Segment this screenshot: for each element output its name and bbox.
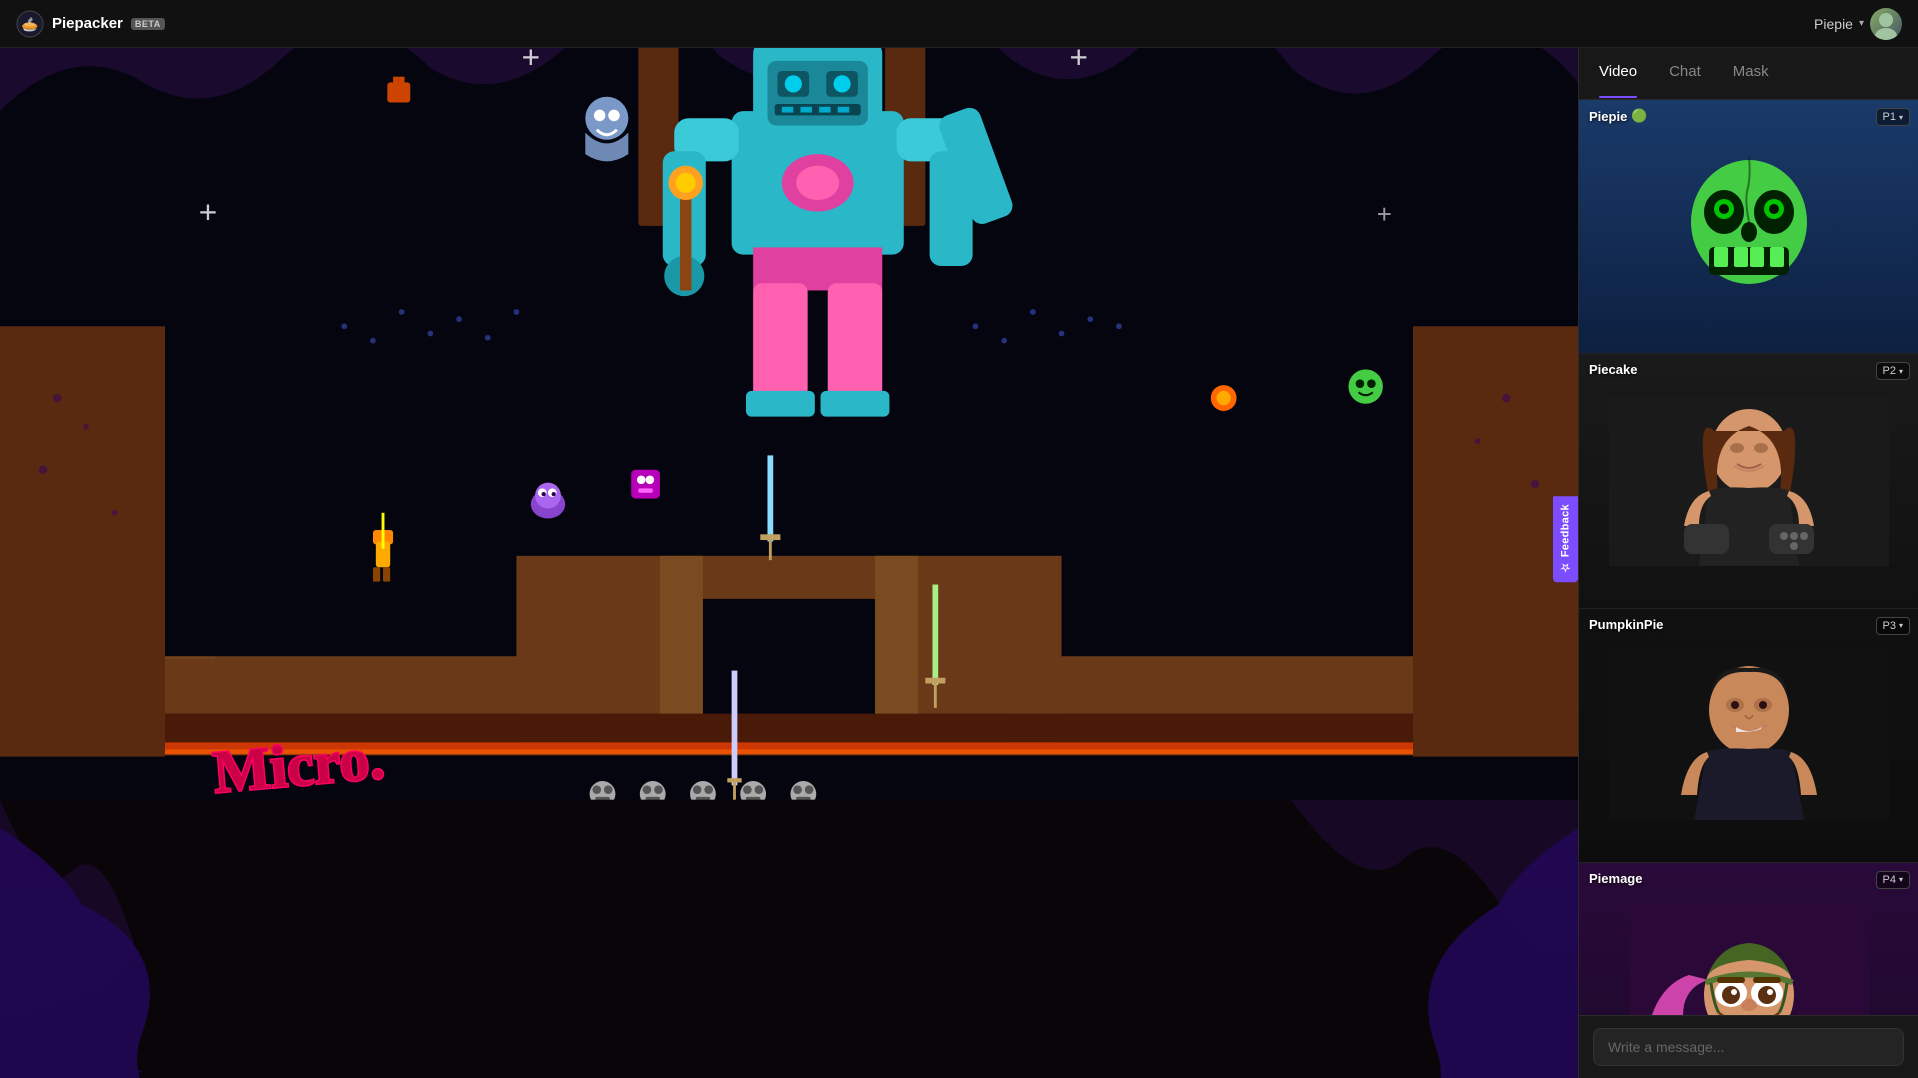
- feedback-star-icon: ☆: [1559, 561, 1572, 574]
- player-info-p2: Piecake: [1589, 362, 1637, 377]
- video-list: Piepie 🟢 P1 ▾: [1579, 100, 1918, 1015]
- player-card-p3[interactable]: PumpkinPie P3 ▾: [1579, 609, 1918, 863]
- player-badge-p4[interactable]: P4 ▾: [1876, 871, 1910, 889]
- svg-text:+: +: [1070, 48, 1088, 75]
- player-name-p4: Piemage: [1589, 871, 1642, 886]
- tabs-container: Video Chat Mask: [1579, 48, 1918, 100]
- beta-badge: BETA: [131, 18, 165, 30]
- game-scene: + + + +: [0, 48, 1578, 1078]
- p2-video-content: [1609, 396, 1889, 566]
- feedback-label: Feedback: [1560, 504, 1572, 557]
- svg-text:🥧: 🥧: [21, 16, 38, 32]
- svg-text:+: +: [1377, 201, 1392, 229]
- player-badge-p3[interactable]: P3 ▾: [1876, 617, 1910, 635]
- player-info-p3: PumpkinPie: [1589, 617, 1663, 632]
- p3-video-content: [1609, 650, 1889, 820]
- chat-input-area: [1579, 1015, 1918, 1078]
- player-name-p1: Piepie: [1589, 109, 1627, 124]
- player-info-p4: Piemage: [1589, 871, 1642, 886]
- tab-chat[interactable]: Chat: [1669, 63, 1701, 84]
- player-video-p2: [1579, 354, 1918, 607]
- user-avatar: [1870, 8, 1902, 40]
- main-content: + + + +: [0, 48, 1918, 1078]
- p1-badge-chevron: ▾: [1899, 113, 1903, 122]
- p3-badge-label: P3: [1883, 620, 1896, 632]
- svg-text:+: +: [522, 48, 540, 75]
- game-area[interactable]: + + + +: [0, 48, 1578, 1078]
- p4-avatar: [1629, 905, 1869, 1015]
- user-name: Piepie: [1814, 16, 1853, 32]
- player-name-p3: PumpkinPie: [1589, 617, 1663, 632]
- feedback-tab[interactable]: ☆ Feedback: [1553, 496, 1578, 582]
- topnav: 🥧 Piepacker BETA Piepie ▾: [0, 0, 1918, 48]
- player-name-p2: Piecake: [1589, 362, 1637, 377]
- piepacker-logo-icon: 🥧: [16, 10, 44, 38]
- user-dropdown[interactable]: Piepie ▾: [1814, 8, 1902, 40]
- player-info-p1: Piepie 🟢: [1589, 108, 1647, 124]
- logo-area: 🥧 Piepacker BETA: [16, 10, 165, 38]
- tab-video[interactable]: Video: [1599, 63, 1637, 84]
- p1-avatar: [1679, 157, 1819, 297]
- app-name: Piepacker: [52, 15, 123, 32]
- feedback-tab-wrapper: ☆ Feedback: [1553, 496, 1578, 582]
- p2-badge-chevron: ▾: [1899, 367, 1903, 376]
- svg-text:+: +: [199, 194, 217, 230]
- user-area[interactable]: Piepie ▾: [1814, 8, 1902, 40]
- player-badge-p2[interactable]: P2 ▾: [1876, 362, 1910, 380]
- player-video-p3: [1579, 609, 1918, 862]
- p4-badge-label: P4: [1883, 874, 1896, 886]
- p1-badge-label: P1: [1883, 111, 1896, 123]
- game-canvas: + + + +: [0, 48, 1578, 1078]
- p3-badge-chevron: ▾: [1899, 621, 1903, 630]
- player-badge-p1[interactable]: P1 ▾: [1876, 108, 1910, 126]
- player-card-p4[interactable]: Piemage P4 ▾ ⭐: [1579, 863, 1918, 1015]
- player-emoji-p1: 🟢: [1631, 108, 1647, 124]
- player-video-p1: [1579, 100, 1918, 353]
- p4-badge-chevron: ▾: [1899, 875, 1903, 884]
- tab-mask[interactable]: Mask: [1733, 63, 1769, 84]
- sidebar: Video Chat Mask: [1578, 48, 1918, 1078]
- chevron-down-icon: ▾: [1859, 18, 1864, 29]
- player-card-p1[interactable]: Piepie 🟢 P1 ▾: [1579, 100, 1918, 354]
- p2-badge-label: P2: [1883, 365, 1896, 377]
- chat-input[interactable]: [1593, 1028, 1904, 1066]
- player-card-p2[interactable]: Piecake P2 ▾: [1579, 354, 1918, 608]
